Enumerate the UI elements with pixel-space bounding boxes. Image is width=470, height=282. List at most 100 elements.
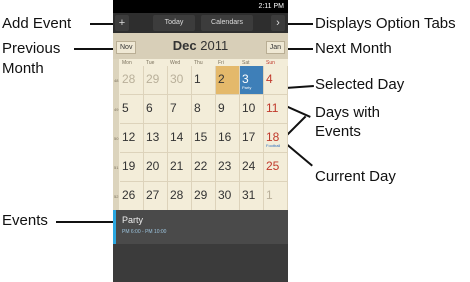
day-cell[interactable]: 1 bbox=[192, 66, 216, 95]
day-number: 22 bbox=[194, 159, 208, 173]
day-cell[interactable]: 22 bbox=[192, 153, 216, 182]
day-number: 14 bbox=[170, 130, 184, 144]
day-number: 12 bbox=[122, 130, 136, 144]
day-cell[interactable]: 24 bbox=[240, 153, 264, 182]
day-number: 29 bbox=[146, 72, 160, 86]
callout-events: Events bbox=[2, 212, 48, 229]
day-number: 27 bbox=[146, 188, 160, 202]
day-cell[interactable]: 23 bbox=[216, 153, 240, 182]
day-cell[interactable]: 30 bbox=[216, 182, 240, 211]
day-cell[interactable]: 20 bbox=[144, 153, 168, 182]
day-number: 15 bbox=[194, 130, 208, 144]
add-event-button[interactable]: + bbox=[115, 15, 129, 31]
day-cell[interactable]: 5 bbox=[120, 95, 144, 124]
day-cell[interactable]: 16 bbox=[216, 124, 240, 153]
day-cell[interactable]: 7 bbox=[168, 95, 192, 124]
week-number: 50 bbox=[114, 136, 119, 141]
day-cell[interactable]: 18 Football bbox=[264, 124, 288, 153]
callout-selected-day: Selected Day bbox=[315, 76, 405, 93]
day-cell[interactable]: 30 bbox=[168, 66, 192, 95]
today-button[interactable]: Today bbox=[153, 15, 195, 31]
day-cell[interactable]: 17 bbox=[240, 124, 264, 153]
day-number: 11 bbox=[266, 101, 279, 115]
day-cell[interactable]: 11 bbox=[264, 95, 288, 124]
day-number: 6 bbox=[146, 101, 153, 115]
calendar-toolbar: + Today Calendars › bbox=[113, 13, 288, 33]
day-cell[interactable]: 28 bbox=[120, 66, 144, 95]
selected-day-cell[interactable]: 3 Party bbox=[240, 66, 264, 95]
callout-add-event: Add Event bbox=[2, 15, 72, 32]
day-number: 29 bbox=[194, 188, 208, 202]
day-number: 31 bbox=[242, 188, 256, 202]
day-number: 9 bbox=[218, 101, 225, 115]
day-cell[interactable]: 27 bbox=[144, 182, 168, 211]
day-number: 4 bbox=[266, 72, 273, 86]
day-cell[interactable]: 29 bbox=[192, 182, 216, 211]
day-cell[interactable]: 1 bbox=[264, 182, 288, 211]
day-cell[interactable]: 25 bbox=[264, 153, 288, 182]
callout-displays-option-tabs: Displays Option Tabs bbox=[315, 15, 456, 32]
day-cell[interactable]: 4 bbox=[264, 66, 288, 95]
day-cell[interactable]: 12 bbox=[120, 124, 144, 153]
day-number: 5 bbox=[122, 101, 129, 115]
day-number: 28 bbox=[170, 188, 184, 202]
day-number: 21 bbox=[170, 159, 184, 173]
day-number: 18 bbox=[266, 130, 280, 144]
callout-previous-month-2: Month bbox=[2, 60, 44, 77]
month-title: Dec 2011 bbox=[113, 38, 288, 53]
status-bar: 2:11 PM bbox=[113, 0, 288, 13]
month-name: Dec bbox=[172, 38, 197, 53]
leader-previous-month bbox=[74, 48, 118, 50]
month-grid: Mon Tue Wed Thu Fri Sat Sun 48 28 29 30 1 2 3 Party 4 49… bbox=[113, 59, 288, 211]
day-number: 16 bbox=[218, 130, 232, 144]
callout-days-with-events-2: Events bbox=[315, 123, 361, 140]
current-day-cell[interactable]: 2 bbox=[216, 66, 240, 95]
day-number: 13 bbox=[146, 130, 160, 144]
leader-events bbox=[56, 221, 116, 223]
day-number: 20 bbox=[146, 159, 160, 173]
event-list[interactable]: Party PM 6:00 - PM 10:00 bbox=[113, 210, 288, 244]
event-title: Party bbox=[122, 215, 144, 225]
next-month-button[interactable]: Jan bbox=[265, 41, 285, 54]
day-number: 23 bbox=[218, 159, 232, 173]
week-number: 51 bbox=[114, 165, 119, 170]
day-number: 30 bbox=[218, 188, 232, 202]
day-number: 28 bbox=[122, 72, 136, 86]
day-number: 1 bbox=[194, 72, 201, 86]
day-cell[interactable]: 31 bbox=[240, 182, 264, 211]
day-cell[interactable]: 26 bbox=[120, 182, 144, 211]
day-number: 26 bbox=[122, 188, 136, 202]
day-number: 25 bbox=[266, 159, 280, 173]
day-cell[interactable]: 21 bbox=[168, 153, 192, 182]
day-cell[interactable]: 14 bbox=[168, 124, 192, 153]
day-cell[interactable]: 29 bbox=[144, 66, 168, 95]
week-number: 52 bbox=[114, 194, 119, 199]
day-number: 7 bbox=[170, 101, 177, 115]
event-time: PM 6:00 - PM 10:00 bbox=[122, 229, 167, 235]
day-cell[interactable]: 8 bbox=[192, 95, 216, 124]
day-number: 30 bbox=[170, 72, 184, 86]
callout-previous-month-1: Previous bbox=[2, 40, 61, 57]
option-tabs-button[interactable]: › bbox=[271, 15, 285, 31]
callout-days-with-events-1: Days with bbox=[315, 104, 381, 121]
day-cell[interactable]: 9 bbox=[216, 95, 240, 124]
day-number: 10 bbox=[242, 101, 256, 115]
day-number: 19 bbox=[122, 159, 136, 173]
callout-next-month: Next Month bbox=[315, 40, 392, 57]
day-cell[interactable]: 19 bbox=[120, 153, 144, 182]
day-cell[interactable]: 13 bbox=[144, 124, 168, 153]
day-cell[interactable]: 15 bbox=[192, 124, 216, 153]
month-navigation: Nov Dec 2011 Jan bbox=[113, 33, 288, 59]
calendars-button[interactable]: Calendars bbox=[201, 15, 253, 31]
day-cell[interactable]: 28 bbox=[168, 182, 192, 211]
phone-screen: 2:11 PM + Today Calendars › Nov Dec 2011… bbox=[113, 0, 288, 282]
day-number: 24 bbox=[242, 159, 256, 173]
day-event-label: Party bbox=[242, 85, 252, 90]
day-number: 17 bbox=[242, 130, 256, 144]
status-time: 2:11 PM bbox=[258, 3, 284, 10]
day-cell[interactable]: 10 bbox=[240, 95, 264, 124]
day-cell[interactable]: 6 bbox=[144, 95, 168, 124]
week-number: 48 bbox=[114, 78, 119, 83]
week-number: 49 bbox=[114, 107, 119, 112]
day-number: 2 bbox=[218, 72, 225, 86]
